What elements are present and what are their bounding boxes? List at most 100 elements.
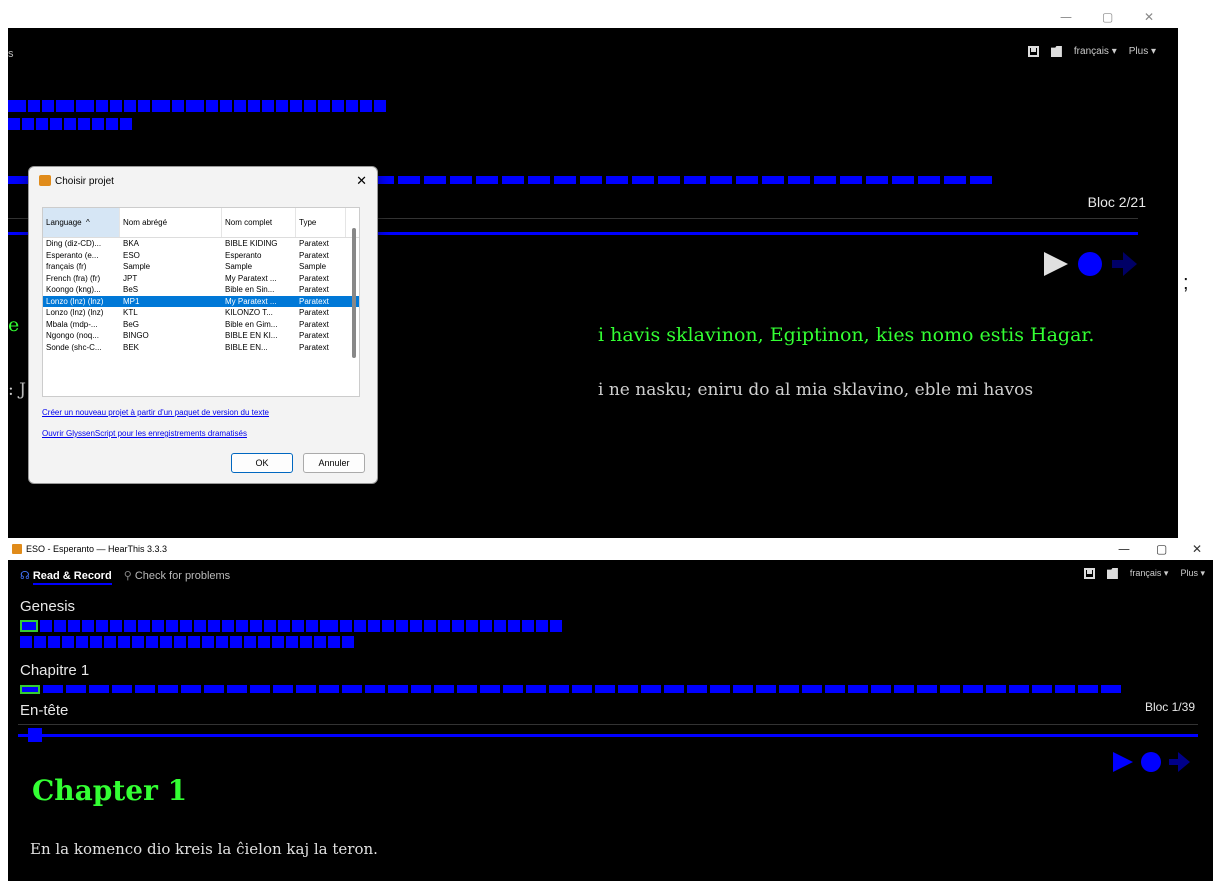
save-icon[interactable] (1083, 568, 1095, 579)
block-dash[interactable] (342, 685, 362, 693)
chapter-square[interactable] (286, 636, 298, 648)
chapter-square[interactable] (76, 100, 94, 112)
block-dash[interactable] (43, 685, 63, 693)
block-dash[interactable] (227, 685, 247, 693)
open-glyssenscript-link[interactable]: Ouvrir GlyssenScript pour les enregistre… (42, 429, 247, 438)
chapter-square-current[interactable] (20, 620, 38, 632)
block-dash[interactable] (580, 176, 602, 184)
chapter-square[interactable] (118, 636, 130, 648)
chapter-square[interactable] (50, 118, 62, 130)
table-row[interactable]: Koongo (kng)... BeS Bible en Sin... Paratex… (43, 284, 359, 296)
block-dash[interactable] (476, 176, 498, 184)
block-dash[interactable] (1055, 685, 1075, 693)
close-icon[interactable]: ✕ (356, 173, 367, 189)
block-dash[interactable] (658, 176, 680, 184)
chapter-square[interactable] (278, 620, 290, 632)
chapter-square[interactable] (208, 620, 220, 632)
chapter-square[interactable] (174, 636, 186, 648)
block-dash[interactable] (8, 176, 30, 184)
chapter-square[interactable] (374, 100, 386, 112)
chapter-square[interactable] (68, 620, 80, 632)
table-row[interactable]: Lonzo (lnz) (lnz) KTL KILONZO T... Paratext (43, 307, 359, 319)
chapter-square[interactable] (410, 620, 422, 632)
chapter-square[interactable] (382, 620, 394, 632)
chapter-square[interactable] (354, 620, 366, 632)
chapter-square[interactable] (328, 636, 340, 648)
chapter-square[interactable] (300, 636, 312, 648)
chapter-square[interactable] (180, 620, 192, 632)
chapter-square[interactable] (172, 100, 184, 112)
chapter-square[interactable] (152, 620, 164, 632)
chapter-square[interactable] (396, 620, 408, 632)
cancel-button[interactable]: Annuler (303, 453, 365, 473)
more-menu[interactable]: Plus ▾ (1129, 46, 1156, 57)
chapter-square[interactable] (320, 620, 338, 632)
chapter-square[interactable] (424, 620, 436, 632)
chapter-square[interactable] (222, 620, 234, 632)
block-dash[interactable] (66, 685, 86, 693)
block-dash[interactable] (502, 176, 524, 184)
block-dash[interactable] (802, 685, 822, 693)
block-dash[interactable] (319, 685, 339, 693)
chapter-square[interactable] (264, 620, 276, 632)
block-dash[interactable] (273, 685, 293, 693)
block-dash[interactable] (398, 176, 420, 184)
chapter-square[interactable] (290, 100, 302, 112)
table-row[interactable]: Ding (diz-CD)... BKA BIBLE KIDING Paratext (43, 238, 359, 250)
block-dash[interactable] (595, 685, 615, 693)
block-dash[interactable] (112, 685, 132, 693)
block-dash[interactable] (618, 685, 638, 693)
chapter-square[interactable] (124, 100, 136, 112)
table-row[interactable]: Esperanto (e... ESO Esperanto Paratext (43, 250, 359, 262)
maximize-button[interactable]: ▢ (1102, 10, 1113, 24)
chapter-square[interactable] (40, 620, 52, 632)
block-dash[interactable] (917, 685, 937, 693)
block-dash[interactable] (89, 685, 109, 693)
block-dash[interactable] (158, 685, 178, 693)
chapter-square[interactable] (120, 118, 132, 130)
language-menu[interactable]: français ▾ (1130, 568, 1169, 579)
chapter-square[interactable] (36, 118, 48, 130)
chapter-square[interactable] (110, 620, 122, 632)
chapter-square[interactable] (28, 100, 40, 112)
chapter-square[interactable] (340, 620, 352, 632)
chapter-square[interactable] (276, 100, 288, 112)
chapter-square[interactable] (248, 100, 260, 112)
close-button[interactable]: ✕ (1192, 542, 1202, 556)
record-icon[interactable] (1141, 752, 1161, 772)
chapter-square[interactable] (480, 620, 492, 632)
chapter-square[interactable] (96, 100, 108, 112)
block-dash[interactable] (970, 176, 992, 184)
tab-read-record[interactable]: ☊ Read & Record (20, 569, 112, 585)
chapter-square[interactable] (124, 620, 136, 632)
chapter-square[interactable] (332, 100, 344, 112)
chapter-square[interactable] (220, 100, 232, 112)
block-dash[interactable] (434, 685, 454, 693)
chapter-square[interactable] (96, 620, 108, 632)
chapter-square[interactable] (306, 620, 318, 632)
chapter-square[interactable] (466, 620, 478, 632)
block-dash[interactable] (825, 685, 845, 693)
table-row[interactable]: français (fr) Sample Sample Sample (43, 261, 359, 273)
block-dash[interactable] (365, 685, 385, 693)
table-row[interactable]: Ngongo (noq... BINGO BIBLE EN KI... Paratex… (43, 330, 359, 342)
block-dash[interactable] (986, 685, 1006, 693)
chapter-square[interactable] (8, 118, 20, 130)
block-dash[interactable] (450, 176, 472, 184)
more-menu[interactable]: Plus ▾ (1180, 568, 1205, 579)
chapter-square[interactable] (234, 100, 246, 112)
block-dash[interactable] (963, 685, 983, 693)
block-dash[interactable] (866, 176, 888, 184)
chapter-square[interactable] (304, 100, 316, 112)
block-dash[interactable] (940, 685, 960, 693)
block-dash[interactable] (710, 176, 732, 184)
table-row-selected[interactable]: Lonzo (lnz) (lnz) MP1 My Paratext ... Parat… (43, 295, 359, 307)
block-dash[interactable] (779, 685, 799, 693)
block-dash[interactable] (762, 176, 784, 184)
table-scrollbar[interactable] (352, 228, 356, 358)
chapter-square[interactable] (188, 636, 200, 648)
block-dash[interactable] (710, 685, 730, 693)
block-dash[interactable] (250, 685, 270, 693)
chapter-square[interactable] (138, 100, 150, 112)
minimize-button[interactable]: — (1118, 542, 1130, 556)
